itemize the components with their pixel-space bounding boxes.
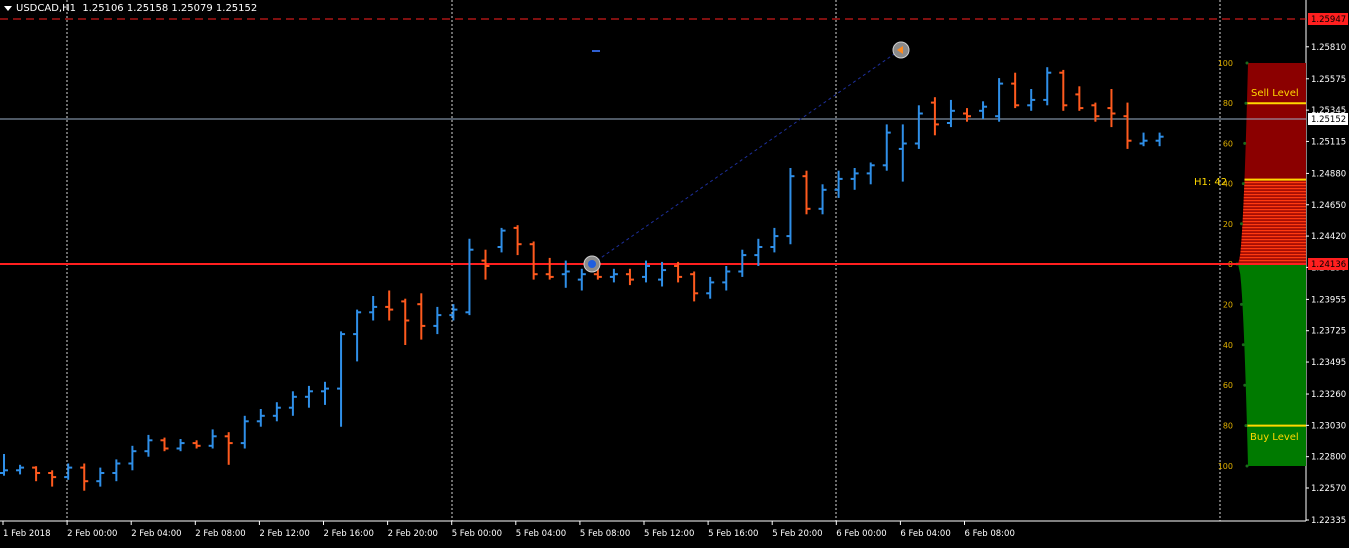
time-axis-label: 2 Feb 00:00: [67, 529, 117, 539]
price-axis-label: 1.24650: [1311, 201, 1346, 211]
dropdown-triangle-icon[interactable]: [4, 5, 12, 11]
time-axis-label: 2 Feb 12:00: [259, 529, 309, 539]
time-axis-label: 5 Feb 00:00: [452, 529, 502, 539]
indicator-scale-label: 40: [1223, 180, 1233, 189]
indicator-scale-dot: [1244, 424, 1248, 428]
chart-background: [0, 0, 1349, 544]
price-axis-label: 1.23260: [1311, 390, 1346, 400]
indicator-scale-label: 60: [1223, 139, 1233, 148]
time-axis-label: 6 Feb 08:00: [965, 529, 1015, 539]
price-axis-label: 1.23725: [1311, 327, 1346, 337]
indicator-scale-label: 60: [1223, 381, 1233, 390]
indicator-scale-dot: [1243, 141, 1247, 145]
time-axis-label: 2 Feb 08:00: [195, 529, 245, 539]
price-axis-label: 1.25575: [1311, 75, 1346, 85]
price-axis-label: 1.25810: [1311, 43, 1346, 53]
chart-window[interactable]: Sell LevelBuy LevelH1: 42100806040200204…: [0, 0, 1349, 544]
price-axis-label: 1.22335: [1311, 516, 1346, 526]
time-axis-label: 2 Feb 04:00: [131, 529, 181, 539]
indicator-scale-dot: [1239, 302, 1243, 306]
indicator-scale-dot: [1245, 464, 1249, 468]
sell-level-label: Sell Level: [1251, 88, 1299, 99]
buy-level-label: Buy Level: [1250, 432, 1299, 443]
indicator-scale-dot: [1239, 222, 1243, 226]
time-axis-label: 5 Feb 04:00: [516, 529, 566, 539]
price-axis-label: 1.23495: [1311, 358, 1346, 368]
chart-header: USDCAD,H1 1.25106 1.25158 1.25079 1.2515…: [4, 3, 257, 14]
indicator-scale-label: 20: [1223, 220, 1233, 229]
indicator-scale-dot: [1245, 61, 1249, 65]
indicator-scale-dot: [1243, 383, 1247, 387]
indicator-scale-label: 20: [1223, 300, 1233, 309]
time-axis-label: 1 Feb 2018: [3, 529, 51, 539]
indicator-scale-label: 100: [1218, 462, 1233, 471]
indicator-scale-label: 100: [1218, 59, 1233, 68]
time-axis-label: 5 Feb 08:00: [580, 529, 630, 539]
chart-symbol: USDCAD,H1: [16, 3, 76, 14]
price-axis-label: 1.22800: [1311, 453, 1346, 463]
chart-ohlc: 1.25106 1.25158 1.25079 1.25152: [82, 3, 258, 14]
indicator-scale-label: 40: [1223, 341, 1233, 350]
indicator-scale-dot: [1241, 343, 1245, 347]
price-axis-label: 1.22570: [1311, 484, 1346, 494]
indicator-scale-dot: [1244, 101, 1248, 105]
buy-marker-center: [588, 260, 596, 268]
time-axis-label: 6 Feb 04:00: [900, 529, 950, 539]
price-chart[interactable]: Sell LevelBuy LevelH1: 42100806040200204…: [0, 0, 1349, 544]
time-axis-label: 5 Feb 20:00: [772, 529, 822, 539]
time-axis-label: 2 Feb 16:00: [324, 529, 374, 539]
top-level-price-label: 1.25947: [1311, 15, 1346, 25]
price-axis-label: 1.25115: [1311, 137, 1346, 147]
time-axis-label: 5 Feb 12:00: [644, 529, 694, 539]
time-axis-label: 6 Feb 00:00: [836, 529, 886, 539]
time-axis-label: 5 Feb 16:00: [708, 529, 758, 539]
current-price-label: 1.25152: [1311, 115, 1346, 125]
price-axis-label: 1.23955: [1311, 295, 1346, 305]
price-axis-label: 1.24420: [1311, 232, 1346, 242]
price-axis-label: 1.24880: [1311, 169, 1346, 179]
indicator-scale-label: 80: [1223, 99, 1233, 108]
red-level-price-label: 1.24136: [1311, 260, 1346, 270]
indicator-scale-label: 80: [1223, 422, 1233, 431]
indicator-scale-dot: [1241, 182, 1245, 186]
time-axis-label: 2 Feb 20:00: [388, 529, 438, 539]
price-axis-label: 1.23030: [1311, 421, 1346, 431]
